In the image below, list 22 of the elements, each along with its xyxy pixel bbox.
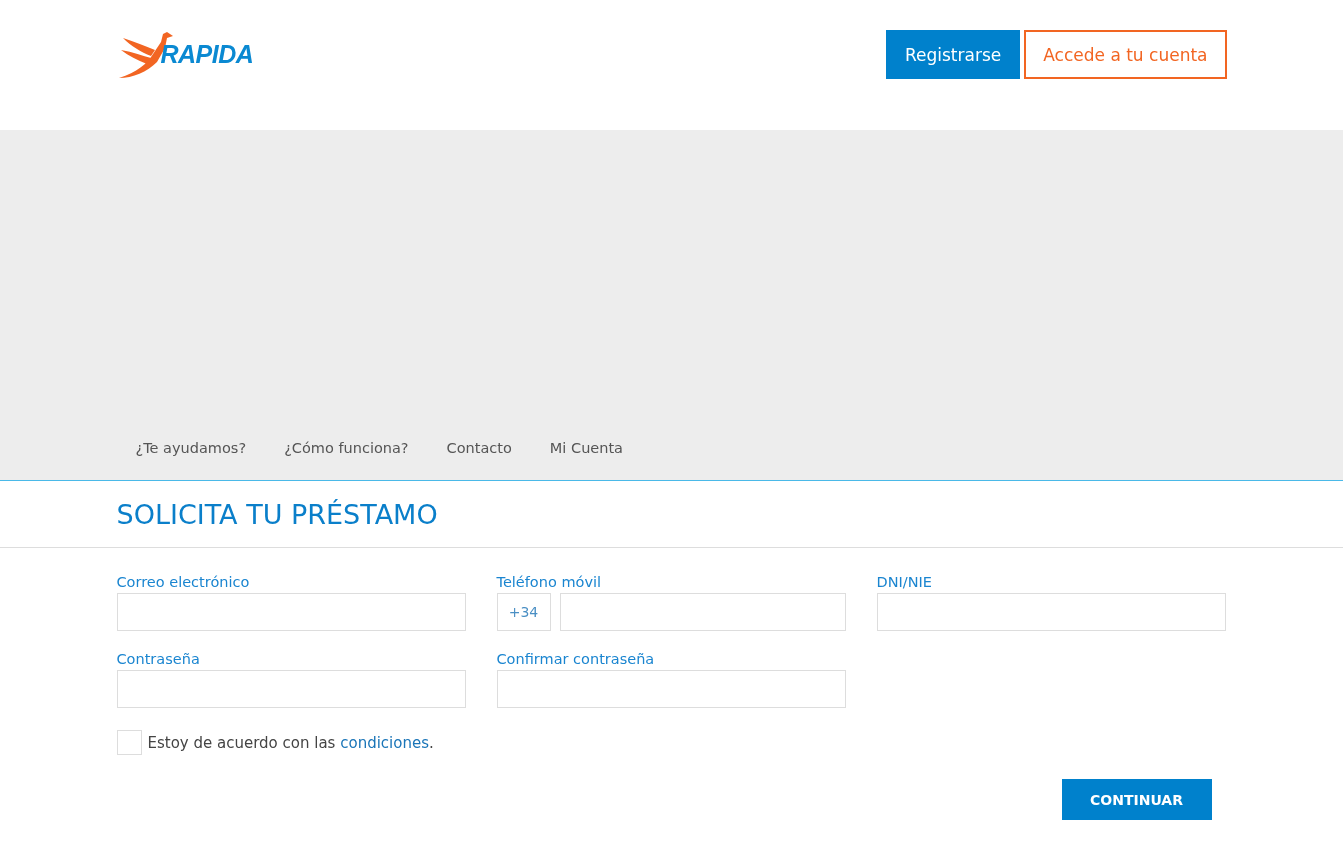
continue-button[interactable]: CONTINUAR [1061,779,1212,820]
page-title: SOLICITA TU PRÉSTAMO [116,498,439,530]
field-label: Teléfono móvil [496,574,603,590]
input-field[interactable] [496,670,846,708]
conditions-link[interactable]: condiciones [340,733,429,752]
input-field[interactable] [559,593,846,631]
nav-link[interactable]: ¿Te ayudamos? [135,440,247,456]
agreement-text: Estoy de acuerdo con las condiciones. [147,733,434,752]
input-field[interactable] [876,593,1226,631]
nav-link[interactable]: ¿Cómo funciona? [284,440,409,456]
logo-text: RAPIDA [160,39,254,69]
field-label: DNI/NIE [876,574,933,590]
register-button[interactable]: Registrarse [886,30,1021,79]
input-field[interactable] [116,670,466,708]
nav-link[interactable]: Contacto [446,440,512,456]
input-field[interactable] [116,593,466,631]
field-label: Contraseña [116,651,201,667]
field-label: Confirmar contraseña [496,651,656,667]
country-code: +34 [496,593,551,631]
checkbox[interactable] [116,730,142,755]
field-label: Correo electrónico [116,574,251,590]
nav-link[interactable]: Mi Cuenta [549,440,623,456]
